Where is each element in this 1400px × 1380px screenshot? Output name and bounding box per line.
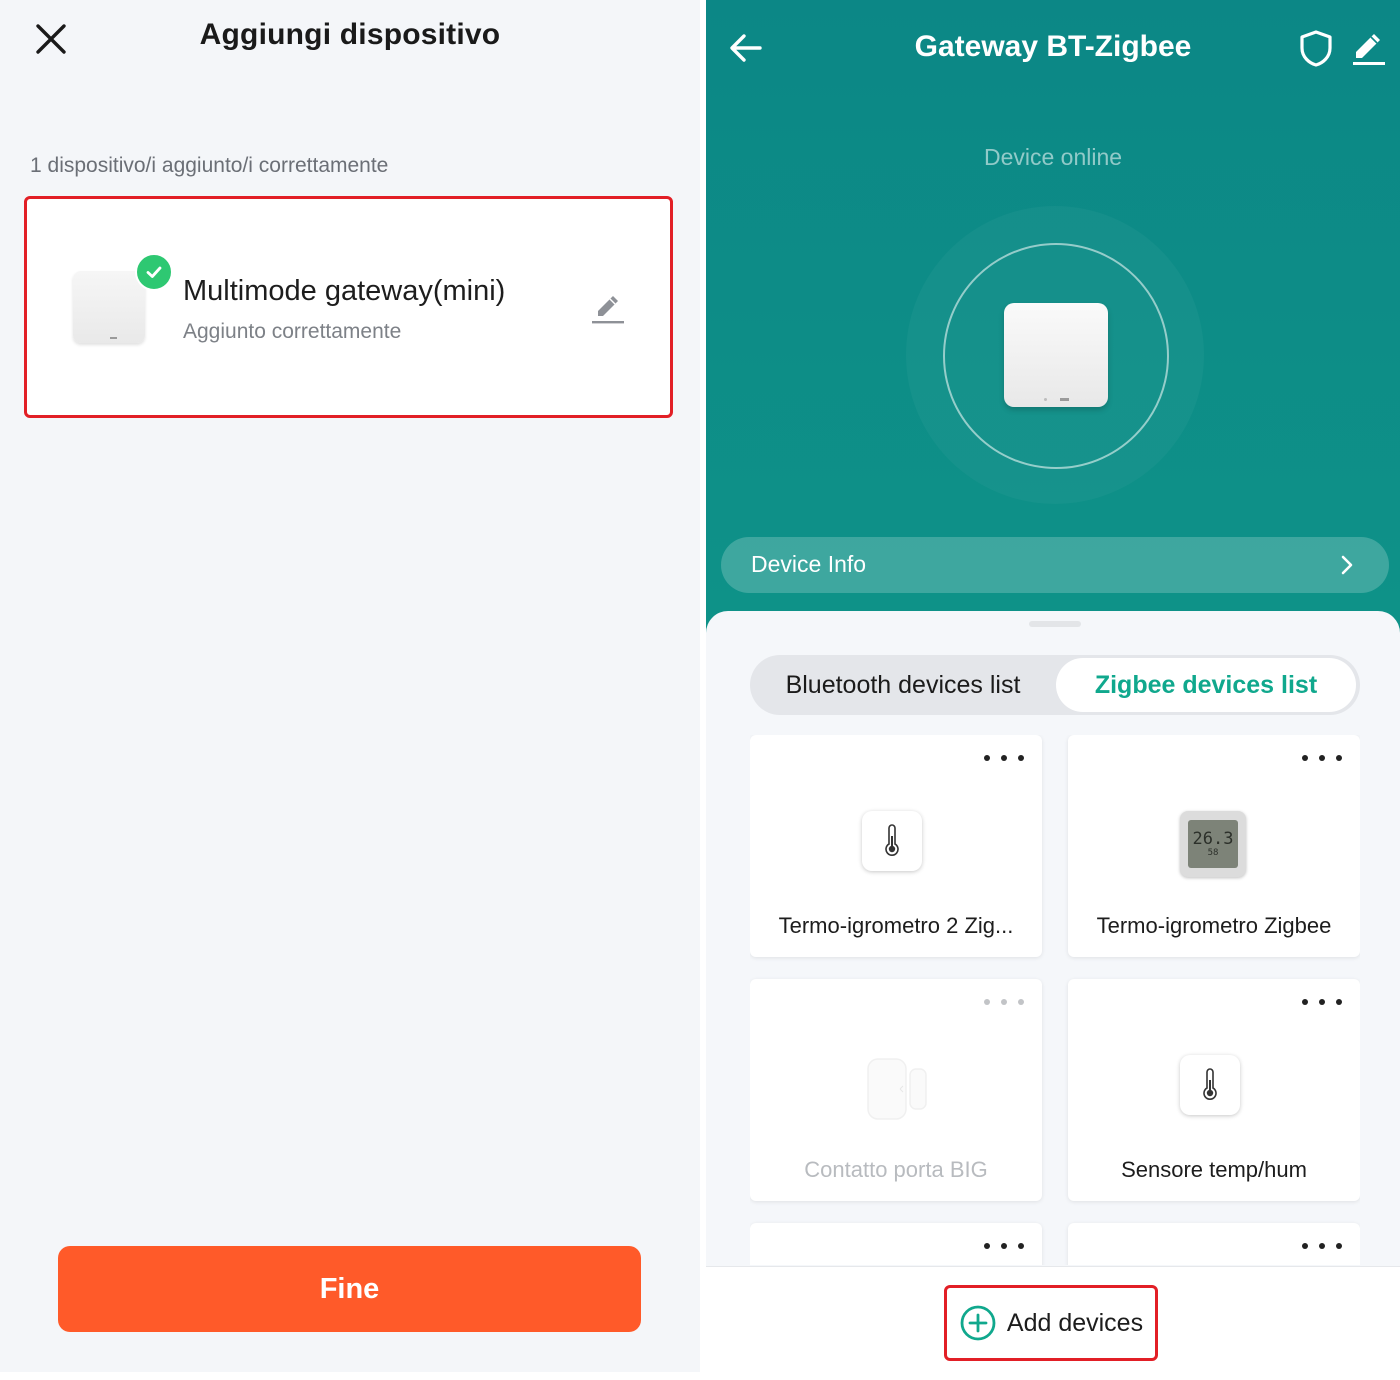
add-device-screen: Aggiungi dispositivo 1 dispositivo/i agg… bbox=[0, 0, 700, 1372]
device-name: Termo-igrometro Zigbee bbox=[1096, 913, 1332, 938]
chevron-right-icon bbox=[1335, 553, 1359, 577]
door-sensor-icon bbox=[862, 1055, 928, 1121]
more-icon[interactable] bbox=[1302, 995, 1342, 1009]
device-card[interactable]: Termo-igrometro 2 Zig... bbox=[750, 735, 1042, 957]
tab-zigbee-devices[interactable]: Zigbee devices list bbox=[1056, 658, 1356, 712]
device-list-tabs: Bluetooth devices list Zigbee devices li… bbox=[750, 655, 1360, 715]
gateway-screen: Gateway BT-Zigbee Device online Device I… bbox=[706, 0, 1400, 1380]
device-status: Aggiunto correttamente bbox=[183, 320, 402, 343]
device-grid: Termo-igrometro 2 Zig... 26.3 58 Termo-i… bbox=[750, 735, 1360, 1265]
gateway-title: Gateway BT-Zigbee bbox=[914, 30, 1192, 63]
drag-handle[interactable] bbox=[1029, 621, 1081, 627]
pencil-icon[interactable] bbox=[589, 289, 627, 327]
more-icon[interactable] bbox=[1302, 751, 1342, 765]
device-info-row[interactable]: Device Info bbox=[721, 537, 1389, 593]
pencil-icon[interactable] bbox=[1350, 28, 1388, 68]
gateway-image bbox=[73, 271, 145, 343]
bottom-action-bar: Add devices bbox=[706, 1266, 1400, 1380]
add-devices-button[interactable]: Add devices bbox=[944, 1285, 1158, 1361]
device-status: Device online bbox=[983, 144, 1123, 170]
tab-bluetooth-devices[interactable]: Bluetooth devices list bbox=[750, 658, 1056, 712]
gateway-image bbox=[1004, 303, 1108, 407]
done-button[interactable]: Fine bbox=[58, 1246, 641, 1332]
lcd-sensor-icon: 26.3 58 bbox=[1180, 811, 1246, 877]
device-card[interactable] bbox=[1068, 1223, 1360, 1265]
check-icon bbox=[135, 253, 173, 291]
device-name: Termo-igrometro 2 Zig... bbox=[778, 913, 1014, 938]
thermometer-icon bbox=[1180, 1055, 1246, 1121]
success-message: 1 dispositivo/i aggiunto/i correttamente bbox=[30, 154, 389, 177]
lcd-temperature: 26.3 bbox=[1192, 828, 1234, 849]
device-card[interactable] bbox=[750, 1223, 1042, 1265]
device-name: Multimode gateway(mini) bbox=[183, 275, 506, 307]
device-card[interactable]: 26.3 58 Termo-igrometro Zigbee bbox=[1068, 735, 1360, 957]
page-title: Aggiungi dispositivo bbox=[199, 18, 501, 51]
device-list-sheet: Bluetooth devices list Zigbee devices li… bbox=[706, 611, 1400, 1380]
device-name: Sensore temp/hum bbox=[1121, 1157, 1307, 1182]
lcd-humidity: 58 bbox=[1207, 847, 1219, 858]
more-icon[interactable] bbox=[1302, 1239, 1342, 1253]
shield-icon[interactable] bbox=[1298, 28, 1334, 68]
more-icon[interactable] bbox=[984, 1239, 1024, 1253]
device-name: Contatto porta BIG bbox=[804, 1157, 988, 1182]
device-card[interactable]: Sensore temp/hum bbox=[1068, 979, 1360, 1201]
plus-circle-icon bbox=[960, 1305, 996, 1341]
added-device-card[interactable]: Multimode gateway(mini) Aggiunto corrett… bbox=[24, 196, 673, 418]
thermometer-icon bbox=[862, 811, 928, 877]
device-card[interactable]: Contatto porta BIG bbox=[750, 979, 1042, 1201]
add-devices-label: Add devices bbox=[1006, 1308, 1144, 1337]
more-icon[interactable] bbox=[984, 751, 1024, 765]
device-info-label: Device Info bbox=[751, 551, 867, 577]
more-icon[interactable] bbox=[984, 995, 1024, 1009]
